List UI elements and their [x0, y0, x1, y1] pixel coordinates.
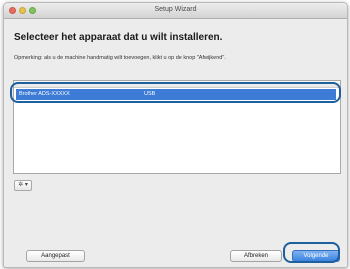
custom-button[interactable]: Aangepast: [26, 250, 85, 262]
actions-menu-button[interactable]: ✲ ▾: [14, 180, 32, 191]
window-title: Setup Wizard: [154, 6, 197, 13]
title-bar: Setup Wizard: [4, 3, 347, 19]
cancel-button[interactable]: Afbreken: [230, 250, 282, 262]
next-button-callout-outline: [283, 242, 340, 263]
gear-icon: ✲ ▾: [18, 182, 28, 188]
setup-wizard-window: Setup Wizard Selecteer het apparaat dat …: [3, 2, 348, 268]
instruction-note: Opmerking: als u de machine handmatig wi…: [14, 55, 226, 61]
device-row-callout-outline: [10, 82, 341, 103]
page-title: Selecteer het apparaat dat u wilt instal…: [14, 32, 223, 43]
